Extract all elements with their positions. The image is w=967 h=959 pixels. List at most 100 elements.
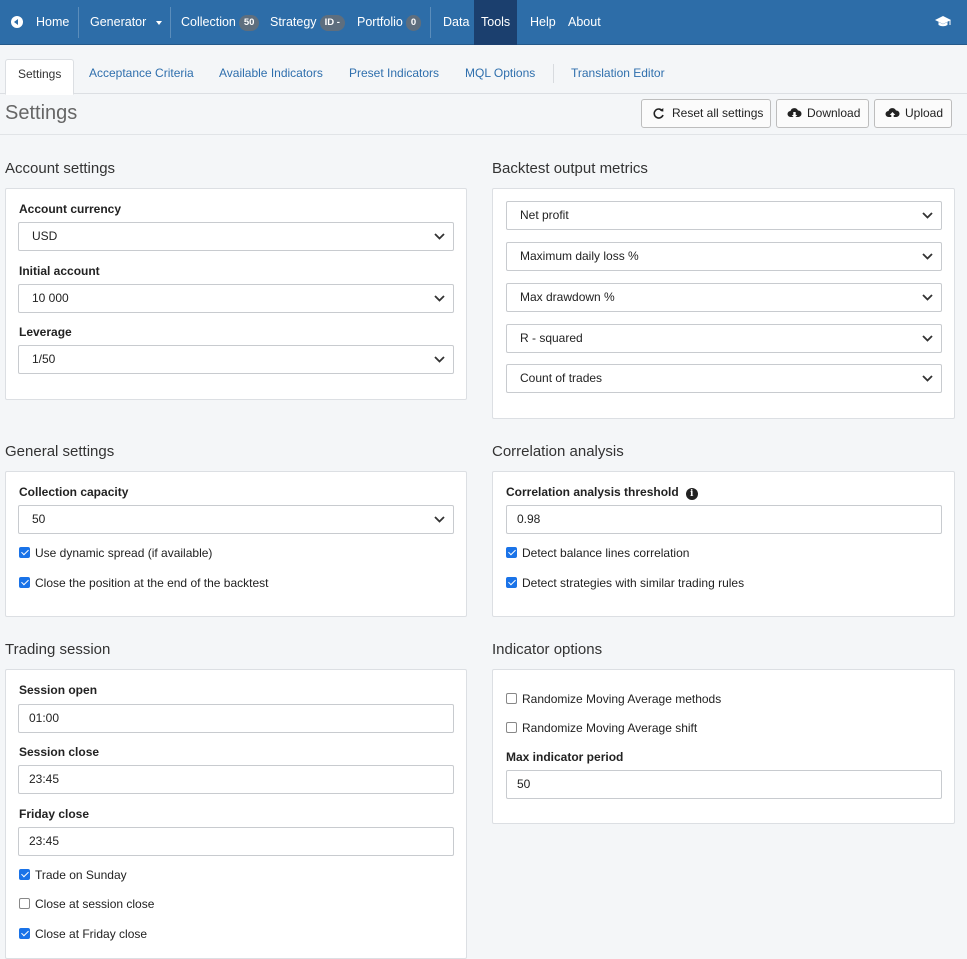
correlation-analysis-heading: Correlation analysis	[492, 443, 624, 460]
dynamic-spread-label: Use dynamic spread (if available)	[35, 546, 213, 560]
metric-value: Count of trades	[520, 371, 603, 385]
page-title: Settings	[5, 102, 78, 124]
tab-preset-indicators[interactable]: Preset Indicators	[349, 59, 439, 94]
nav-collection-label: Collection	[181, 15, 236, 29]
trading-session-panel: Session open 01:00 Session close 23:45 F…	[5, 669, 467, 959]
randomize-methods-option[interactable]: Randomize Moving Average methods	[506, 692, 721, 706]
general-settings-panel: Collection capacity 50 Use dynamic sprea…	[5, 471, 467, 617]
max-indicator-period-input[interactable]: 50	[506, 770, 942, 799]
graduation-cap-icon[interactable]	[935, 15, 951, 28]
close-friday-option[interactable]: Close at Friday close	[19, 927, 147, 941]
max-indicator-period-label: Max indicator period	[506, 750, 624, 764]
upload-button[interactable]: Upload	[874, 99, 952, 128]
nav-portfolio[interactable]: Portfolio 0	[357, 0, 422, 45]
randomize-shift-checkbox[interactable]	[506, 722, 517, 733]
collection-capacity-label: Collection capacity	[19, 485, 129, 499]
nav-strategy-label: Strategy	[270, 15, 317, 29]
collection-capacity-select[interactable]: 50	[18, 505, 454, 534]
randomize-methods-label: Randomize Moving Average methods	[522, 692, 722, 706]
nav-about[interactable]: About	[568, 0, 601, 45]
close-end-backtest-checkbox[interactable]	[19, 577, 30, 588]
nav-divider	[430, 7, 431, 38]
indicator-options-panel: Randomize Moving Average methods Randomi…	[492, 669, 955, 824]
balance-lines-label: Detect balance lines correlation	[522, 546, 690, 560]
close-friday-label: Close at Friday close	[35, 927, 148, 941]
close-session-option[interactable]: Close at session close	[19, 897, 154, 911]
metric-select-1[interactable]: Net profit	[506, 201, 942, 230]
metric-value: Max drawdown %	[520, 290, 615, 304]
session-close-label: Session close	[19, 745, 100, 759]
balance-lines-option[interactable]: Detect balance lines correlation	[506, 546, 689, 560]
session-close-input[interactable]: 23:45	[18, 765, 454, 794]
upload-label: Upload	[905, 106, 944, 120]
tab-mql-options[interactable]: MQL Options	[465, 59, 535, 94]
download-label: Download	[807, 106, 861, 120]
randomize-methods-checkbox[interactable]	[506, 693, 517, 704]
metric-value: R - squared	[520, 331, 583, 345]
account-settings-panel: Account currency USD Initial account 10 …	[5, 188, 467, 400]
download-button[interactable]: Download	[776, 99, 869, 128]
tab-translation-editor[interactable]: Translation Editor	[571, 59, 665, 94]
metric-select-5[interactable]: Count of trades	[506, 364, 942, 393]
metric-value: Net profit	[520, 208, 569, 222]
backtest-metrics-heading: Backtest output metrics	[492, 160, 648, 177]
nav-home[interactable]: Home	[36, 0, 69, 45]
initial-account-select[interactable]: 10 000	[18, 284, 454, 313]
chevron-down-icon	[922, 375, 933, 382]
nav-strategy[interactable]: Strategy ID -	[270, 0, 345, 45]
session-open-input[interactable]: 01:00	[18, 704, 454, 733]
tab-acceptance-criteria[interactable]: Acceptance Criteria	[89, 59, 194, 94]
friday-close-input[interactable]: 23:45	[18, 827, 454, 856]
randomize-shift-option[interactable]: Randomize Moving Average shift	[506, 721, 697, 735]
close-session-checkbox[interactable]	[19, 898, 30, 909]
home-circle-icon[interactable]	[11, 16, 23, 28]
metric-select-4[interactable]: R - squared	[506, 324, 942, 353]
close-friday-checkbox[interactable]	[19, 928, 30, 939]
collection-count-badge: 50	[238, 15, 260, 31]
collection-capacity-value: 50	[32, 512, 46, 526]
chevron-down-icon	[434, 356, 445, 363]
tab-settings[interactable]: Settings	[5, 59, 75, 95]
nav-collection[interactable]: Collection 50	[181, 0, 260, 45]
trading-session-heading: Trading session	[5, 641, 111, 658]
top-navbar: Home Generator Collection 50 Strategy ID -…	[0, 0, 967, 45]
trade-sunday-checkbox[interactable]	[19, 869, 30, 880]
randomize-shift-label: Randomize Moving Average shift	[522, 721, 698, 735]
close-session-label: Close at session close	[35, 897, 155, 911]
initial-account-label: Initial account	[19, 264, 100, 278]
metric-select-3[interactable]: Max drawdown %	[506, 283, 942, 312]
account-currency-value: USD	[32, 229, 58, 243]
dynamic-spread-checkbox[interactable]	[19, 547, 30, 558]
leverage-value: 1/50	[32, 352, 56, 366]
tab-available-indicators[interactable]: Available Indicators	[219, 59, 323, 94]
metric-select-2[interactable]: Maximum daily loss %	[506, 242, 942, 271]
nav-tools[interactable]: Tools	[474, 0, 518, 45]
similar-rules-option[interactable]: Detect strategies with similar trading r…	[506, 576, 744, 590]
nav-help[interactable]: Help	[530, 0, 556, 45]
initial-account-value: 10 000	[32, 291, 69, 305]
leverage-select[interactable]: 1/50	[18, 345, 454, 374]
generator-caret-icon[interactable]	[156, 21, 162, 25]
nav-divider	[170, 7, 171, 38]
trade-sunday-option[interactable]: Trade on Sunday	[19, 868, 127, 882]
cloud-upload-icon	[885, 108, 900, 118]
correlation-threshold-input[interactable]: 0.98	[506, 505, 942, 534]
session-open-label: Session open	[19, 683, 98, 697]
chevron-down-icon	[434, 233, 445, 240]
correlation-threshold-text: Correlation analysis threshold	[506, 485, 679, 499]
close-end-backtest-option[interactable]: Close the position at the end of the bac…	[19, 576, 268, 590]
reset-settings-button[interactable]: Reset all settings	[641, 99, 771, 128]
account-settings-heading: Account settings	[5, 160, 116, 177]
nav-generator[interactable]: Generator	[90, 0, 146, 45]
balance-lines-checkbox[interactable]	[506, 547, 517, 558]
dynamic-spread-option[interactable]: Use dynamic spread (if available)	[19, 546, 212, 560]
info-icon[interactable]: i	[685, 488, 698, 500]
chevron-down-icon	[922, 335, 933, 342]
similar-rules-checkbox[interactable]	[506, 577, 517, 588]
nav-data[interactable]: Data	[443, 0, 469, 45]
correlation-analysis-panel: Correlation analysis threshold i 0.98 Det…	[492, 471, 955, 617]
indicator-options-heading: Indicator options	[492, 641, 603, 658]
account-currency-select[interactable]: USD	[18, 222, 454, 251]
chevron-down-icon	[434, 295, 445, 302]
close-end-backtest-label: Close the position at the end of the bac…	[35, 576, 269, 590]
